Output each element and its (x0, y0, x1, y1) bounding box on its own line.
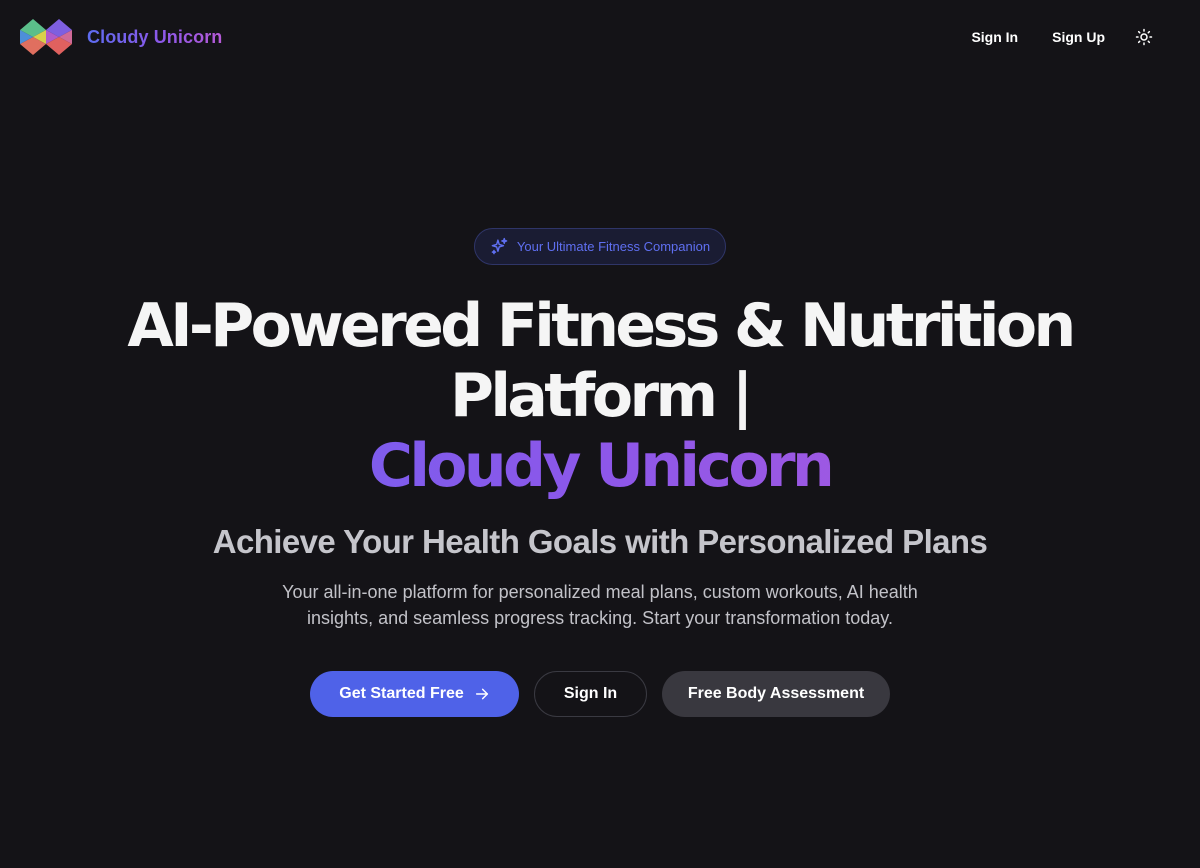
hero-title-line-2: Platform | (450, 361, 754, 431)
nav-sign-up-link[interactable]: Sign Up (1035, 21, 1122, 53)
hero-actions: Get Started Free Sign In Free Body Asses… (310, 671, 890, 717)
hero-title-accent: Cloudy Unicorn (50, 431, 1150, 501)
brand-link[interactable]: Cloudy Unicorn (20, 17, 222, 57)
hero-title: AI-Powered Fitness & Nutrition Platform … (50, 291, 1150, 501)
hero-sign-in-button[interactable]: Sign In (534, 671, 647, 717)
get-started-label: Get Started Free (339, 685, 464, 702)
hero-description-line-1: Your all-in-one platform for personalize… (282, 582, 918, 602)
get-started-button[interactable]: Get Started Free (310, 671, 519, 717)
brand-name: Cloudy Unicorn (87, 26, 223, 47)
nav-sign-in-link[interactable]: Sign In (954, 21, 1035, 53)
hero-description: Your all-in-one platform for personalize… (240, 579, 960, 631)
sparkles-icon (491, 237, 508, 255)
hero-title-line-1: AI-Powered Fitness & Nutrition (127, 291, 1076, 361)
top-nav: Cloudy Unicorn Sign In Sign Up (0, 0, 1200, 74)
theme-toggle-button[interactable] (1126, 19, 1162, 55)
arrow-right-icon (475, 688, 488, 700)
nav-links: Sign In Sign Up (954, 19, 1162, 55)
sun-icon (1135, 28, 1153, 46)
hero-description-line-2: insights, and seamless progress tracking… (307, 608, 893, 628)
hero-section: Your Ultimate Fitness Companion AI-Power… (0, 228, 1200, 717)
tagline-badge: Your Ultimate Fitness Companion (473, 228, 727, 265)
body-assessment-button[interactable]: Free Body Assessment (662, 671, 890, 717)
landing-page: Cloudy Unicorn Sign In Sign Up Your Ulti… (0, 0, 1200, 868)
hero-subtitle: Achieve Your Health Goals with Personali… (212, 523, 988, 560)
badge-text: Your Ultimate Fitness Companion (516, 239, 711, 254)
logo-icon (20, 19, 72, 55)
